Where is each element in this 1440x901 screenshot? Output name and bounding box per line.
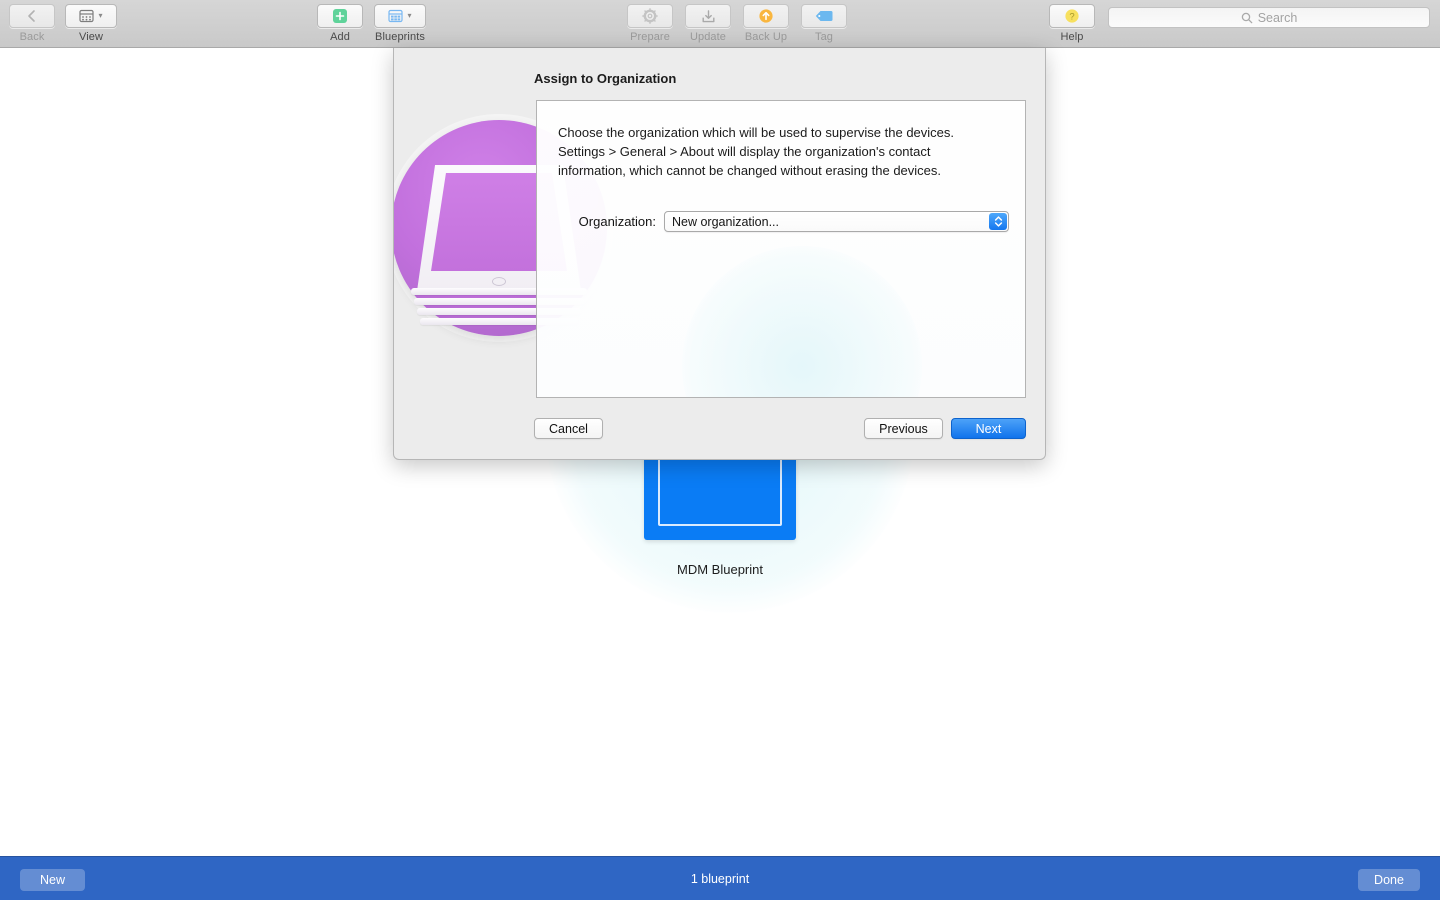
gear-icon [642,8,658,24]
new-blueprint-button[interactable]: New [20,869,85,891]
search-input[interactable]: Search [1108,7,1430,28]
back-button[interactable] [9,4,55,28]
sheet-description: Choose the organization which will be us… [558,125,955,178]
toolbar-item-blueprints[interactable]: ▾ Blueprints [368,4,432,43]
prepare-button[interactable] [627,4,673,28]
toolbar-item-backup[interactable]: Back Up [734,4,798,43]
toolbar-label-update: Update [689,31,727,43]
toolbar-label-backup: Back Up [744,31,788,43]
organization-label: Organization: [578,214,656,229]
toolbar-item-view[interactable]: ▾ View [59,4,123,43]
toolbar-label-prepare: Prepare [630,31,670,43]
blueprints-grid-icon [388,9,404,23]
toolbar-label-help: Help [1060,31,1084,43]
organization-row: Organization: New organization... [537,211,1025,232]
done-button[interactable]: Done [1358,869,1420,891]
blueprint-name: MDM Blueprint [677,562,763,577]
svg-text:?: ? [1069,12,1074,23]
backup-arrow-up-icon [759,9,773,23]
tag-button[interactable] [801,4,847,28]
toolbar-label-add: Add [330,31,350,43]
chevron-up-down-icon[interactable] [989,213,1007,230]
blueprint-count-status: 1 blueprint [690,872,750,886]
toolbar-label-view: View [78,31,104,43]
chevron-left-icon [28,10,35,22]
toolbar-item-help[interactable]: ? Help [1040,4,1104,43]
assign-organization-sheet: Assign to Organization Choose the organi… [393,48,1046,460]
view-grid-icon [79,9,95,23]
toolbar-item-tag[interactable]: Tag [792,4,856,43]
panel-glow [682,246,922,397]
blueprints-button[interactable]: ▾ [374,4,426,28]
toolbar-label-back: Back [19,31,45,43]
organization-selected-value: New organization... [672,214,780,229]
next-button[interactable]: Next [951,418,1026,439]
cancel-button[interactable]: Cancel [534,418,603,439]
update-download-icon [702,9,715,22]
question-mark-icon: ? [1065,9,1079,23]
help-button[interactable]: ? [1049,4,1095,28]
search-icon [1241,12,1253,23]
toolbar-label-tag: Tag [814,31,834,43]
artwork-ipad-home-button [492,277,506,286]
sheet-title: Assign to Organization [534,71,677,86]
view-button[interactable]: ▾ [65,4,117,28]
toolbar-item-add[interactable]: Add [308,4,372,43]
chevron-down-icon: ▾ [407,11,412,20]
toolbar-item-prepare[interactable]: Prepare [618,4,682,43]
search-placeholder: Search [1257,10,1298,25]
chevron-down-icon: ▾ [98,11,103,20]
previous-button[interactable]: Previous [864,418,943,439]
backup-button[interactable] [743,4,789,28]
sheet-content-panel: Choose the organization which will be us… [536,100,1026,398]
add-button[interactable] [317,4,363,28]
organization-select[interactable]: New organization... [664,211,1009,232]
main-toolbar: Back ▾ View Add ▾ Blueprints Prepare Upd… [0,0,1440,48]
update-button[interactable] [685,4,731,28]
plus-add-icon [333,9,347,23]
toolbar-item-back[interactable]: Back [0,4,64,43]
tag-icon [815,11,833,21]
toolbar-item-update[interactable]: Update [676,4,740,43]
toolbar-label-blueprints: Blueprints [375,31,425,43]
bottom-bar: 1 blueprint New Done [0,856,1440,900]
